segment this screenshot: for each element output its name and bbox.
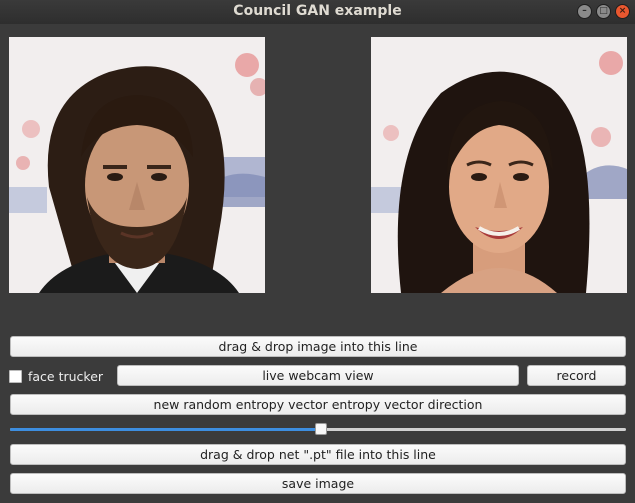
window-title: Council GAN example	[233, 3, 402, 19]
drop-net-label: drag & drop net ".pt" file into this lin…	[200, 447, 436, 462]
live-webcam-label: live webcam view	[262, 368, 374, 383]
drop-image-label: drag & drop image into this line	[218, 339, 418, 354]
entropy-direction-slider[interactable]	[10, 420, 626, 440]
face-trucker-toggle[interactable]: face trucker	[9, 368, 103, 384]
drop-image-line[interactable]: drag & drop image into this line	[10, 336, 626, 357]
output-face-image	[371, 37, 627, 293]
random-entropy-vector-button[interactable]: new random entropy vector entropy vector…	[10, 394, 626, 415]
face-trucker-checkbox[interactable]	[9, 369, 22, 383]
title-bar: Council GAN example – □ ×	[0, 0, 635, 24]
live-webcam-button[interactable]: live webcam view	[117, 365, 519, 386]
input-face-image	[9, 37, 265, 293]
save-image-label: save image	[281, 476, 355, 491]
slider-fill	[10, 428, 321, 431]
input-image	[9, 37, 265, 293]
record-button[interactable]: record	[527, 365, 626, 386]
minimize-icon[interactable]: –	[577, 4, 592, 19]
face-trucker-label: face trucker	[28, 368, 104, 384]
close-icon[interactable]: ×	[615, 4, 630, 19]
random-entropy-vector-label: new random entropy vector entropy vector…	[153, 397, 483, 412]
save-image-button[interactable]: save image	[10, 473, 626, 494]
record-label: record	[556, 368, 597, 383]
slider-handle[interactable]	[315, 423, 327, 435]
output-image	[371, 37, 627, 293]
maximize-icon[interactable]: □	[596, 4, 611, 19]
drop-net-line[interactable]: drag & drop net ".pt" file into this lin…	[10, 444, 626, 465]
